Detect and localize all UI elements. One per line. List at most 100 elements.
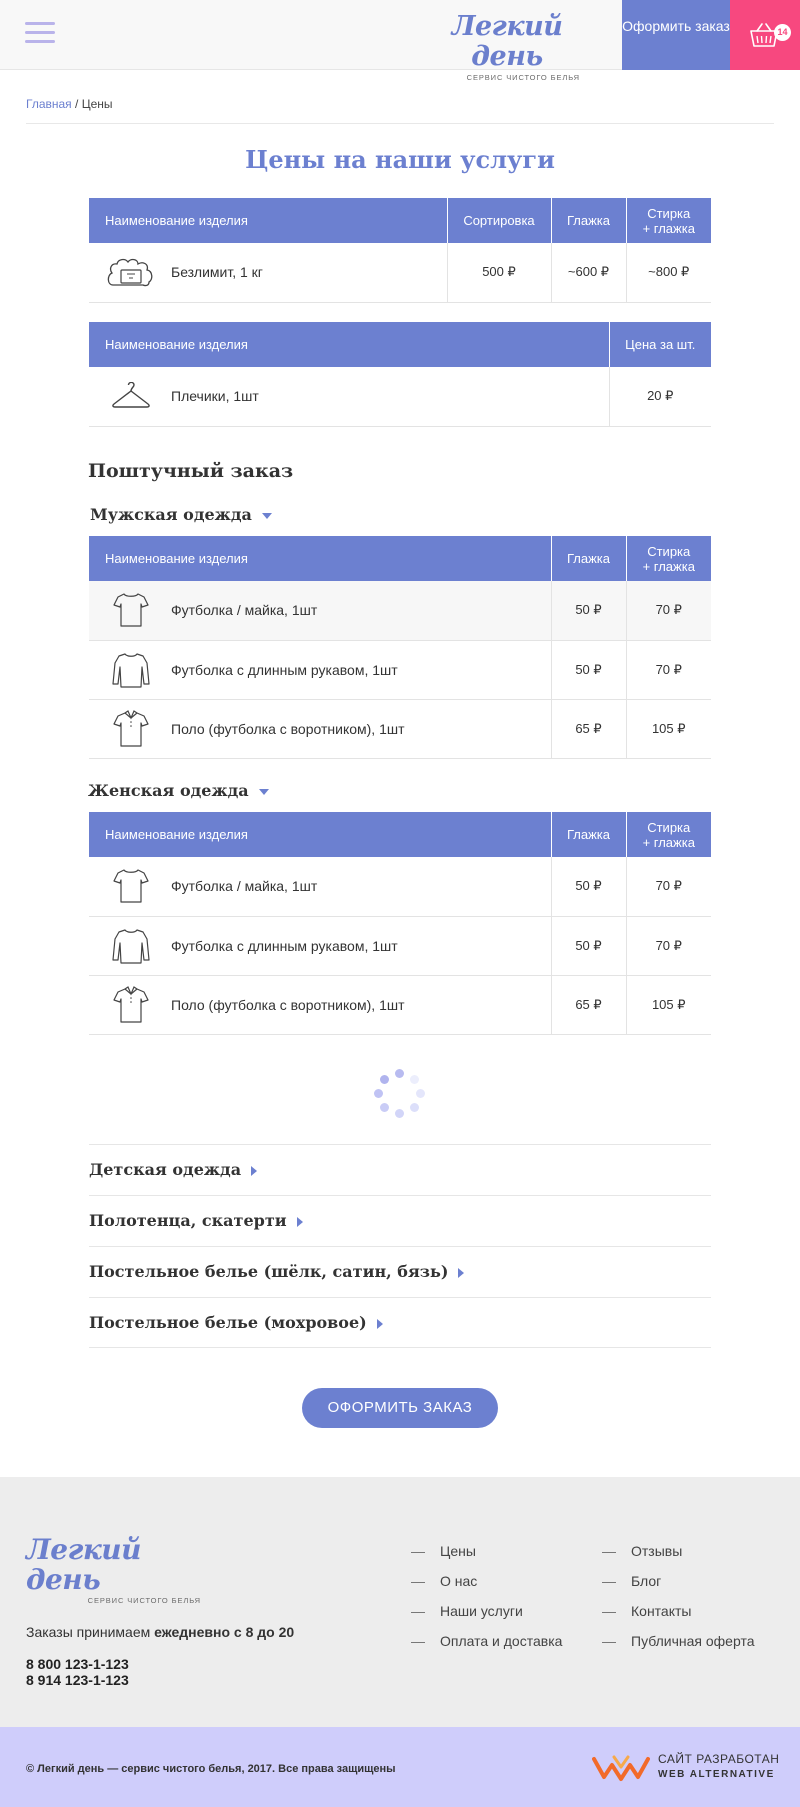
footer-link-offer[interactable]: Публичная оферта [602,1633,755,1649]
copyright: © Легкий день — сервис чистого белья, 20… [26,1763,396,1775]
price-cell: 500 ₽ [446,243,551,303]
section-title: Поштучный заказ [88,460,294,482]
caret-down-icon [261,512,272,519]
price-cell: 50 ₽ [550,581,626,641]
table-row: Плечики, 1шт 20 ₽ [89,367,711,427]
divider [26,123,774,124]
price-cell: 50 ₽ [550,916,626,976]
price-cell: 70 ₽ [625,640,711,700]
table-row: Футболка / майка, 1шт 50 ₽ 70 ₽ [89,857,711,917]
column-header: Наименование изделия [89,198,447,243]
price-cell: 20 ₽ [608,367,711,427]
column-header: Наименование изделия [89,536,551,581]
tshirt-icon [101,591,161,629]
category-toggle-towels[interactable]: Полотенца, скатерти [89,1195,711,1246]
footer-link-contacts[interactable]: Контакты [602,1603,691,1619]
longsleeve-icon [101,927,161,965]
laundry-bag-icon [101,255,161,289]
price-cell: 65 ₽ [550,699,626,759]
logo-subtitle: СЕРВИС ЧИСТОГО БЕЛЬЯ [466,73,580,82]
phone-number[interactable]: 8 800 123-1-123 [26,1656,129,1672]
table-row: Безлимит, 1 кг 500 ₽ ~600 ₽ ~800 ₽ [89,243,711,303]
column-header: Стирка + глажка [625,536,711,581]
logo-title: Легкий день [451,11,563,72]
price-cell: 65 ₽ [550,975,626,1035]
table-row: Футболка с длинным рукавом, 1шт 50 ₽ 70 … [89,640,711,700]
category-toggle-women[interactable]: Женская одежда [88,781,269,800]
item-name: Футболка / майка, 1шт [171,602,318,619]
price-cell: 70 ₽ [625,916,711,976]
breadcrumb-separator: / [71,97,82,111]
column-header: Сортировка [446,198,551,243]
column-header: Наименование изделия [89,812,551,857]
footer-logo[interactable]: Легкий день СЕРВИС ЧИСТОГО БЕЛЬЯ [26,1535,201,1606]
footer: Легкий день СЕРВИС ЧИСТОГО БЕЛЬЯ Заказы … [0,1477,800,1727]
breadcrumb: Главная / Цены [26,97,113,111]
table-row: Поло (футболка с воротником), 1шт 65 ₽ 1… [89,975,711,1035]
web-alternative-logo-icon[interactable] [592,1751,650,1783]
price-cell: 70 ₽ [625,581,711,641]
menu-icon[interactable] [25,22,55,48]
footer-link-about[interactable]: О нас [411,1573,477,1589]
footer-link-blog[interactable]: Блог [602,1573,661,1589]
item-name: Футболка с длинным рукавом, 1шт [171,661,398,678]
tshirt-icon [101,867,161,905]
breadcrumb-current: Цены [81,97,113,111]
table-row: Футболка с длинным рукавом, 1шт 50 ₽ 70 … [89,916,711,976]
price-cell: 50 ₽ [550,640,626,700]
submit-order-button[interactable]: ОФОРМИТЬ ЗАКАЗ [302,1388,498,1428]
item-name: Поло (футболка с воротником), 1шт [171,996,405,1013]
price-table-hangers: Наименование изделия Цена за шт. Плечики… [89,322,711,427]
caret-right-icon [376,1318,383,1329]
loading-spinner [374,1068,426,1120]
cart-count-badge: 14 [774,24,791,41]
table-row: Поло (футболка с воротником), 1шт 65 ₽ 1… [89,699,711,759]
caret-right-icon [458,1267,465,1278]
column-header: Стирка + глажка [625,812,711,857]
phone-number[interactable]: 8 914 123-1-123 [26,1672,129,1688]
table-row: Футболка / майка, 1шт 50 ₽ 70 ₽ [89,581,711,641]
footer-link-payment[interactable]: Оплата и доставка [411,1633,562,1649]
price-cell: ~800 ₽ [625,243,711,303]
category-toggle-kids[interactable]: Детская одежда [89,1144,711,1195]
price-table-women: Наименование изделия Глажка Стирка + гла… [89,812,711,1035]
header: Легкий день СЕРВИС ЧИСТОГО БЕЛЬЯ Оформит… [0,0,800,82]
category-toggle-men[interactable]: Мужская одежда [90,505,272,524]
item-name: Поло (футболка с воротником), 1шт [171,720,405,737]
caret-right-icon [251,1165,258,1176]
polo-icon [101,709,161,749]
price-cell: 70 ₽ [625,857,711,917]
hanger-icon [101,382,161,410]
logo[interactable]: Легкий день СЕРВИС ЧИСТОГО БЕЛЬЯ [432,11,582,83]
footer-link-prices[interactable]: Цены [411,1543,476,1559]
footer-link-reviews[interactable]: Отзывы [602,1543,682,1559]
price-table-unlimited: Наименование изделия Сортировка Глажка С… [89,198,711,303]
item-name: Футболка с длинным рукавом, 1шт [171,937,398,954]
breadcrumb-home-link[interactable]: Главная [26,97,72,111]
item-name: Безлимит, 1 кг [171,264,263,281]
price-cell: 105 ₽ [625,699,711,759]
category-toggle-bedding-silk[interactable]: Постельное белье (шёлк, сатин, бязь) [89,1246,711,1297]
item-name: Футболка / майка, 1шт [171,878,318,895]
column-header: Глажка [550,812,626,857]
column-header: Наименование изделия [89,322,609,367]
page-title: Цены на наши услуги [245,145,555,174]
caret-down-icon [258,788,269,795]
price-cell: 105 ₽ [625,975,711,1035]
column-header: Глажка [550,536,626,581]
price-cell: 50 ₽ [550,857,626,917]
footer-link-services[interactable]: Наши услуги [411,1603,523,1619]
column-header: Глажка [550,198,626,243]
caret-right-icon [296,1216,303,1227]
order-button[interactable]: Оформить заказ [622,0,730,70]
category-toggle-bedding-terry[interactable]: Постельное белье (мохровое) [89,1297,711,1348]
column-header: Стирка + глажка [625,198,711,243]
developer-credit[interactable]: САЙТ РАЗРАБОТАН WEB ALTERNATIVE [658,1752,779,1782]
bottom-bar: © Легкий день — сервис чистого белья, 20… [0,1727,800,1807]
price-table-men: Наименование изделия Глажка Стирка + гла… [89,536,711,759]
polo-icon [101,985,161,1025]
column-header: Цена за шт. [608,322,711,367]
cart-button[interactable]: 14 [730,0,800,70]
working-hours: Заказы принимаем ежедневно с 8 до 20 [26,1624,295,1640]
price-cell: ~600 ₽ [550,243,626,303]
